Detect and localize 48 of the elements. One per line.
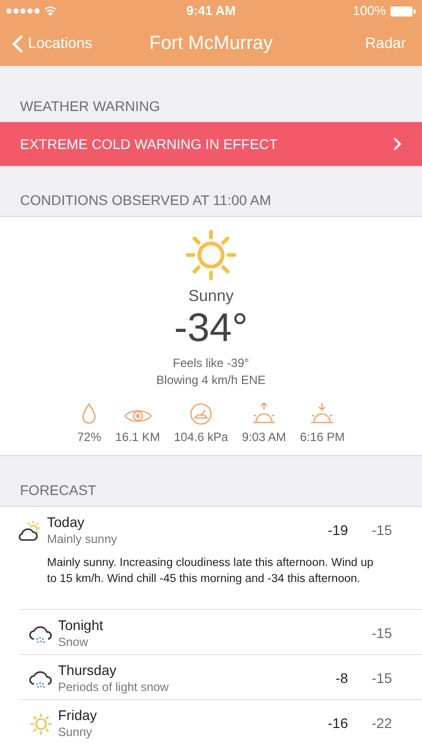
gauge-icon [190, 403, 212, 425]
eye-icon [124, 407, 152, 425]
stat-value: 104.6 kPa [174, 429, 228, 445]
low-temperature: -15 [370, 668, 392, 688]
stat-value: 72% [77, 429, 102, 445]
warning-message: EXTREME COLD WARNING IN EFFECT [20, 134, 278, 154]
nav-title: Fort McMurray [149, 32, 273, 56]
warning-banner[interactable]: EXTREME COLD WARNING IN EFFECT [0, 122, 422, 166]
battery-percent: 100% [352, 2, 386, 20]
status-time: 9:41 AM [186, 2, 236, 20]
forecast-summary: Sunny [58, 724, 94, 740]
high-temperature: -16 [326, 714, 348, 732]
battery-icon [390, 6, 416, 16]
forecast-summary: Snow [58, 634, 90, 650]
forecast-summary: Periods of light snow [58, 679, 170, 695]
high-temperature: -8 [334, 668, 348, 688]
sun-icon [28, 712, 52, 736]
section-header: FORECAST [20, 481, 98, 500]
stat-value: 6:16 PM [300, 429, 345, 445]
sunset-icon [309, 401, 336, 425]
signal-icon [6, 8, 40, 14]
low-temperature: -22 [370, 714, 392, 732]
sun-icon [183, 227, 239, 283]
forecast-details: Mainly sunny. Increasing cloudiness late this afternoon. Wind up to 15 km/h. Wind chill -45 this morning and -34 this afternoon. [47, 556, 374, 587]
forecast-day: Thursday [58, 661, 318, 679]
forecast-day: Today [47, 513, 318, 531]
sunrise-icon [251, 401, 278, 425]
section-header: CONDITIONS OBSERVED AT 11:00 AM [20, 191, 272, 210]
high-temperature: -19 [326, 520, 348, 540]
low-temperature: -15 [370, 520, 392, 540]
feels-like: Feels like -39° [172, 355, 250, 372]
radar-button[interactable]: Radar [300, 32, 410, 56]
forecast-summary: Mainly sunny [47, 531, 118, 547]
low-temperature: -15 [370, 624, 392, 642]
back-button[interactable]: Locations [12, 32, 122, 56]
stat-value: 9:03 AM [242, 429, 286, 445]
section-header: WEATHER WARNING [20, 97, 161, 116]
stat-value: 16.1 KM [115, 429, 160, 445]
condition-text: Sunny [188, 287, 234, 307]
wind-text: Blowing 4 km/h ENE [156, 372, 266, 389]
forecast-day: Tonight [58, 616, 318, 634]
cloud-sun-icon [16, 519, 42, 543]
wifi-icon [44, 6, 57, 16]
chevron-right-icon [393, 137, 402, 151]
drop-icon [81, 403, 98, 425]
forecast-day: Friday [58, 706, 318, 724]
chevron-left-icon [12, 34, 24, 54]
temperature: -34° [174, 307, 248, 349]
